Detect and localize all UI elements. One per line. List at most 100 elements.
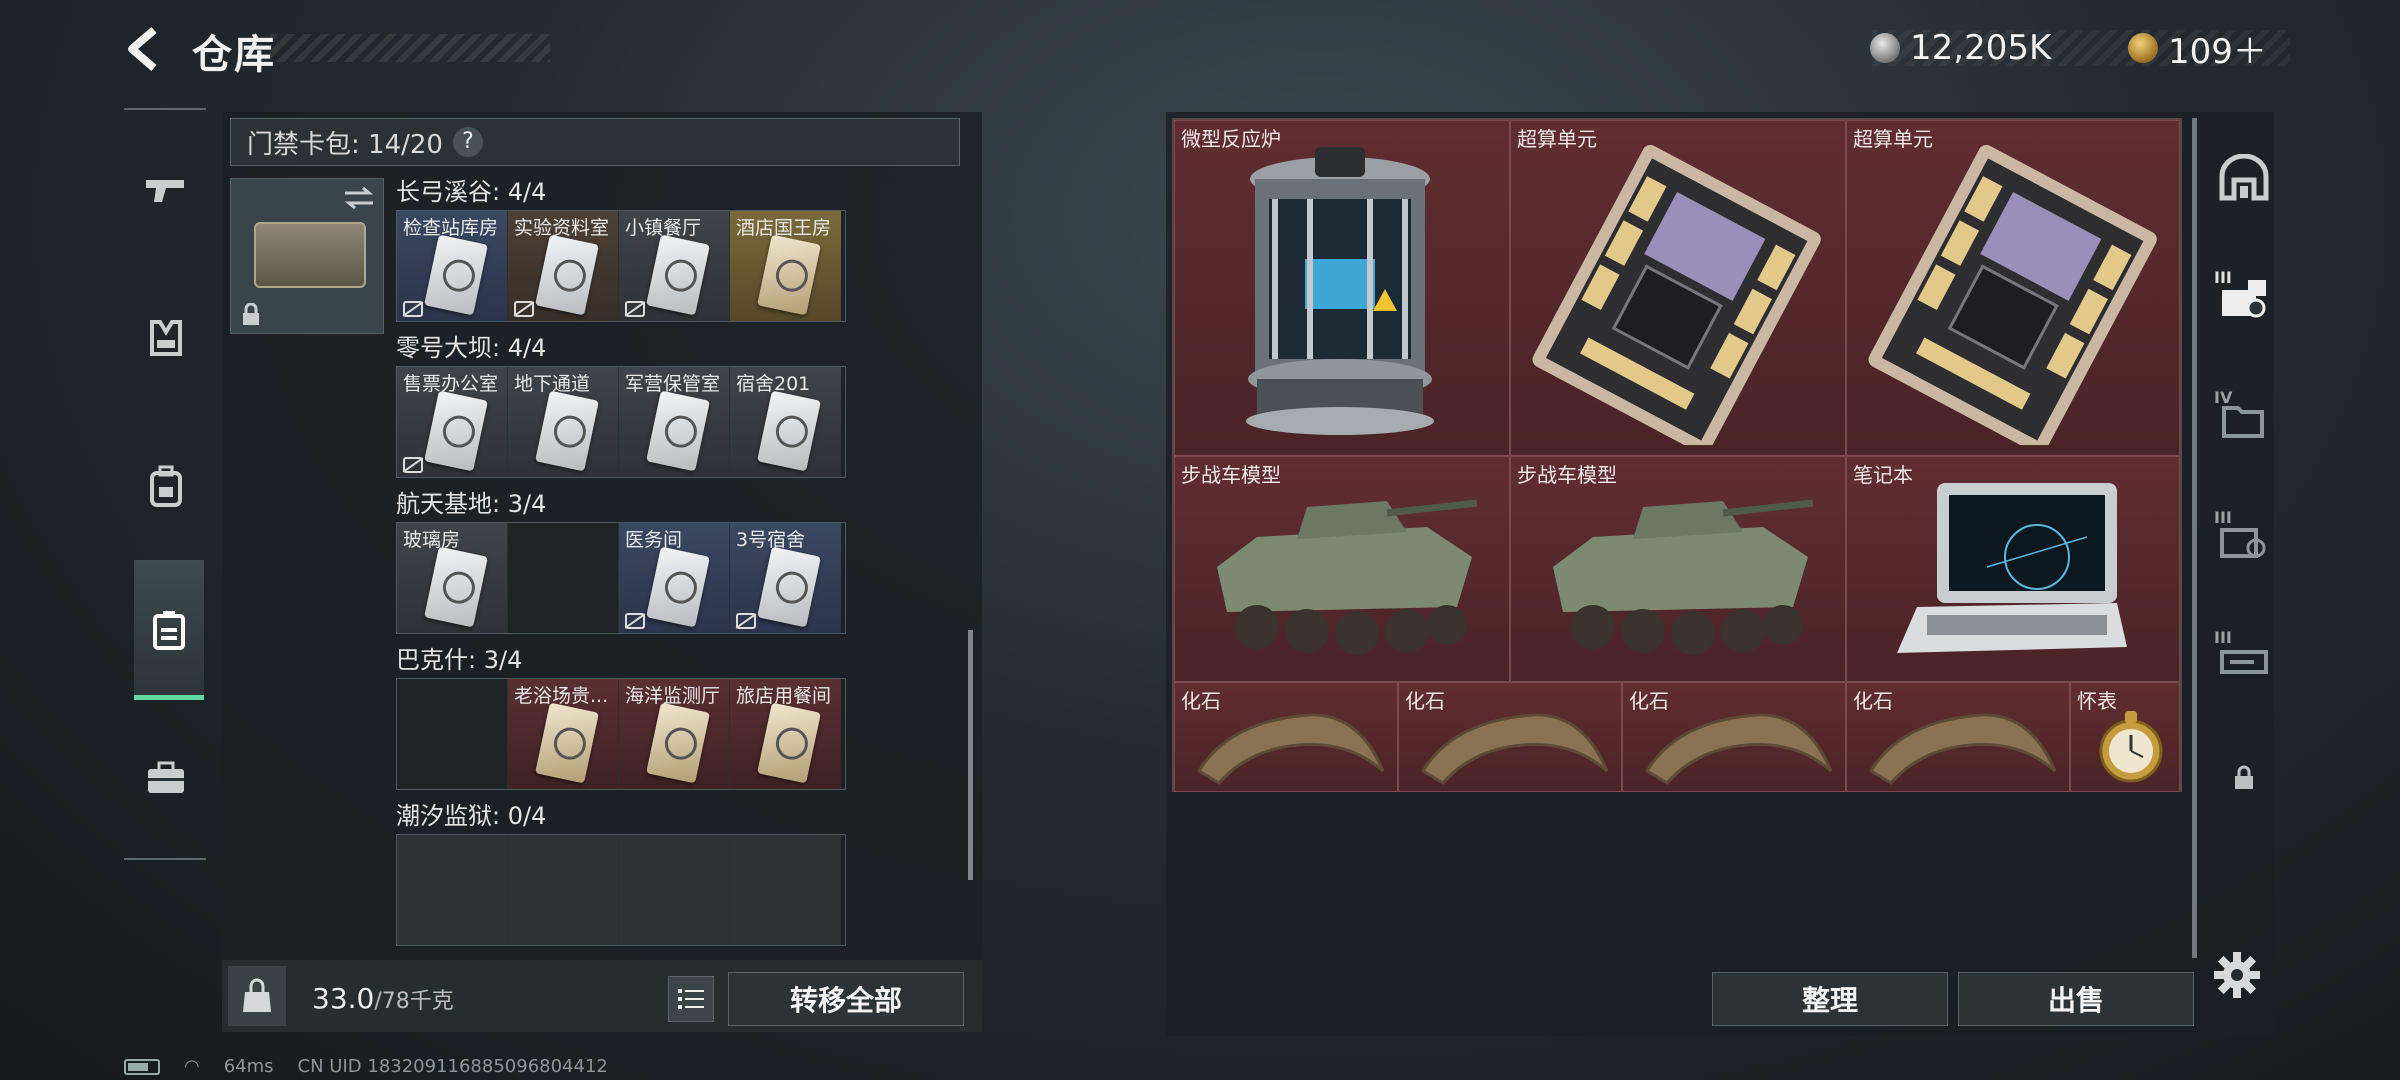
stash-item[interactable]: 化石 — [1174, 682, 1398, 792]
keycard-slot[interactable]: 宿舍201 — [730, 367, 841, 477]
keycard-slot[interactable]: 军营保管室 — [619, 367, 730, 477]
list-view-button[interactable] — [668, 976, 714, 1022]
right-tab-locked[interactable] — [2210, 742, 2278, 814]
currency-gold-value: 109＋ — [2168, 31, 2267, 72]
stash-item[interactable]: 微型反应炉 — [1174, 120, 1510, 456]
warehouse-icon — [2219, 154, 2269, 201]
stash-grid: 微型反应炉 超算单元 超算单元 步战车模型 步战车模型 笔记本 化石 化石 化石… — [1172, 118, 2182, 792]
keycard-slot[interactable] — [397, 835, 508, 945]
keycard-slot[interactable]: 小镇餐厅 — [619, 211, 730, 321]
keycard-slot[interactable] — [397, 679, 508, 789]
keycard-slot[interactable] — [508, 523, 619, 633]
stash-item[interactable]: 笔记本 — [1846, 456, 2180, 682]
keycard-row: 检查站库房 实验资料室 小镇餐厅 酒店国王房 — [396, 210, 846, 322]
weight-current: 33.0 — [312, 982, 375, 1015]
unbound-icon — [514, 301, 534, 317]
nav-armor[interactable] — [136, 308, 196, 368]
stash-item[interactable]: 化石 — [1398, 682, 1622, 792]
currency-silver[interactable]: 12,205K — [1870, 28, 2051, 68]
swap-icon — [344, 186, 374, 210]
keycard-slot[interactable] — [508, 835, 619, 945]
right-tab-stash-home[interactable] — [2210, 142, 2278, 214]
item-label: 步战车模型 — [1517, 463, 1617, 487]
keycard-slot-label: 玻璃房 — [403, 529, 461, 551]
weight-indicator: 33.0/78千克 — [312, 982, 454, 1015]
gun-icon — [146, 180, 184, 202]
keycard-icon — [646, 702, 710, 784]
stash-item[interactable]: 超算单元 — [1510, 120, 1846, 456]
settings-button[interactable] — [2212, 950, 2262, 1000]
keycard-slot[interactable]: 玻璃房 — [397, 523, 508, 633]
keycard-slot-label: 海洋监测厅 — [625, 685, 721, 707]
ping-value: 64ms — [223, 1056, 274, 1077]
right-tab-expansion-3[interactable]: III — [2210, 262, 2278, 334]
keycard-slot[interactable]: 医务间 — [619, 523, 730, 633]
keycard-slot[interactable]: 检查站库房 — [397, 211, 508, 321]
stash-item[interactable]: 步战车模型 — [1174, 456, 1510, 682]
lock-icon — [243, 303, 259, 325]
region-section-title: 航天基地: 3/4 — [396, 490, 547, 518]
keycard-icon — [757, 390, 821, 472]
nav-case[interactable] — [136, 748, 196, 808]
backpack-icon — [150, 465, 182, 507]
transfer-all-button[interactable]: 转移全部 — [728, 972, 964, 1026]
stash-item[interactable]: 步战车模型 — [1510, 456, 1846, 682]
keycard-slot-label: 实验资料室 — [514, 217, 610, 239]
keycard-slot[interactable]: 老浴场贵... — [508, 679, 619, 789]
keycard-slot[interactable] — [730, 835, 841, 945]
status-bar: ◠ 64ms CN UID 183209116885096804412 — [124, 1056, 608, 1077]
keycard-slot[interactable]: 酒店国王房 — [730, 211, 841, 321]
stash-scrollbar[interactable] — [2192, 118, 2197, 958]
back-button[interactable] — [120, 24, 170, 74]
unbound-icon — [403, 457, 423, 473]
keycard-slot-label: 医务间 — [625, 529, 683, 551]
keycard-slot[interactable]: 3号宿舍 — [730, 523, 841, 633]
keycard-case-icon — [153, 611, 185, 650]
keycard-slot[interactable]: 旅店用餐间 — [730, 679, 841, 789]
right-tab-expansion-4[interactable]: IV — [2210, 382, 2278, 454]
stash-item[interactable]: 化石 — [1846, 682, 2070, 792]
unbound-icon — [736, 613, 756, 629]
back-arrow-icon — [128, 26, 157, 72]
nav-backpack[interactable] — [136, 456, 196, 516]
lock-icon — [2235, 765, 2253, 789]
bag-capacity-button[interactable] — [228, 966, 286, 1026]
stash-item[interactable]: 化石 — [1622, 682, 1846, 792]
keycard-slot-label: 酒店国王房 — [736, 217, 832, 239]
keycard-slot[interactable]: 售票办公室 — [397, 367, 508, 477]
region-section-title: 零号大坝: 4/4 — [396, 334, 547, 362]
keycard-row: 玻璃房 医务间 3号宿舍 — [396, 522, 846, 634]
nav-keycard-pack[interactable] — [134, 560, 204, 700]
keycard-icon — [424, 234, 488, 316]
nav-weapons[interactable] — [136, 160, 196, 220]
circuit-board-icon — [1868, 145, 2157, 445]
keycard-row: 售票办公室 地下通道 军营保管室 宿舍201 — [396, 366, 846, 478]
tab-tier-label: III — [2214, 508, 2232, 527]
right-tab-expansion-3b[interactable]: III — [2210, 502, 2278, 574]
keycard-slot[interactable]: 地下通道 — [508, 367, 619, 477]
help-button[interactable]: ? — [452, 127, 483, 157]
fossil-claw-icon — [1420, 713, 1609, 785]
sort-button[interactable]: 整理 — [1712, 972, 1948, 1026]
keycard-scrollbar[interactable] — [968, 630, 973, 880]
keycard-slot[interactable]: 实验资料室 — [508, 211, 619, 321]
fossil-claw-icon — [1868, 713, 2057, 785]
keycard-icon — [424, 546, 488, 628]
stash-item[interactable]: 超算单元 — [1846, 120, 2180, 456]
ifv-model-icon — [1217, 499, 1478, 655]
region-section-title: 长弓溪谷: 4/4 — [396, 178, 547, 206]
sell-button[interactable]: 出售 — [1958, 972, 2194, 1026]
fossil-claw-icon — [1644, 713, 1833, 785]
keycard-slot[interactable]: 海洋监测厅 — [619, 679, 730, 789]
stash-item[interactable]: 怀表 — [2070, 682, 2180, 792]
right-tab-expansion-3c[interactable]: III — [2210, 622, 2278, 694]
unbound-icon — [403, 301, 423, 317]
weight-bag-icon — [243, 978, 271, 1012]
keycard-case-image — [254, 222, 366, 288]
keycard-icon — [646, 546, 710, 628]
keycard-slot-label: 军营保管室 — [625, 373, 721, 395]
keycard-icon — [757, 702, 821, 784]
keycard-icon — [424, 390, 488, 472]
keycard-slot[interactable] — [619, 835, 730, 945]
currency-gold[interactable]: 109＋ — [2128, 28, 2267, 72]
